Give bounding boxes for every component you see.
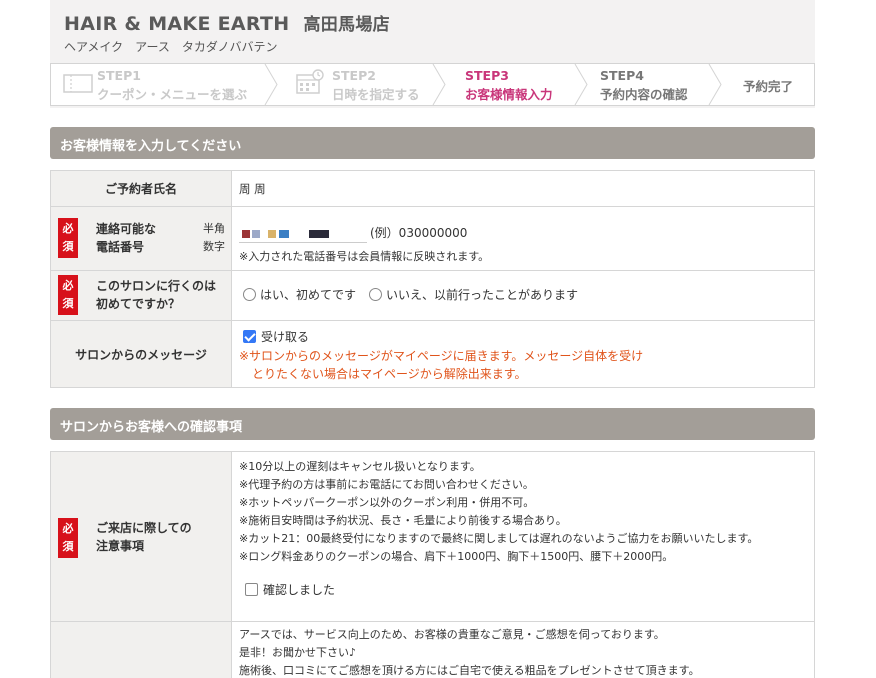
step-2-num: STEP2 [332,68,376,83]
feedback-line: 是非！お聞かせ下さい♪ [239,646,357,659]
notice-item: ※カット21：00最終受付になりますので最終に関しましては遅れのないようご協力を… [239,532,759,545]
page: HAIR & MAKE EARTH 高田馬場店 ヘアメイク アース タカダノババテ… [0,0,876,678]
row-feedback: アースでは、サービス向上のため、お客様の貴重なご意見・ご感想を伺っております。 … [50,621,815,678]
step-3: STEP3 お客様情報入力 [465,64,575,105]
step-separator [432,64,446,105]
phone-label-1: 連絡可能な [96,222,157,236]
feedback-line: アースでは、サービス向上のため、お客様の貴重なご意見・ご感想を伺っております。 [239,628,665,641]
phone-input[interactable] [239,223,367,243]
shop-name-jp: 高田馬場店 [303,15,390,35]
notice-item: ※ホットペッパークーポン以外のクーポン利用・併用不可。 [239,496,535,509]
step-3-label: お客様情報入力 [465,87,553,102]
shop-title: HAIR & MAKE EARTH 高田馬場店 [64,10,390,35]
row-first-visit: 必須 このサロンに行くのは 初めてですか？ はい、初めてです いいえ、以前行った… [50,270,815,321]
required-badge: 必須 [58,218,78,258]
shop-name-en: HAIR & MAKE EARTH [64,13,290,35]
row-phone: 必須 連絡可能な 電話番号 半角 数字 (例）030000000 ※入力された電… [50,206,815,271]
message-label: サロンからのメッセージ [75,347,207,362]
customer-info-table: ご予約者氏名 周 周 必須 連絡可能な 電話番号 半角 数字 (例）030000… [50,170,815,388]
customer-section-header: お客様情報を入力してください [50,127,815,159]
step-separator [708,64,722,105]
required-badge: 必須 [58,518,78,558]
name-value: 周 周 [239,182,266,196]
notice-label-1: ご来店に際しての [96,521,192,535]
name-label-cell: ご予約者氏名 [50,170,232,207]
phone-label-2: 電話番号 [96,240,145,254]
row-notice: 必須 ご来店に際しての 注意事項 ※10分以上の遅刻はキャンセル扱いとなります。… [50,451,815,622]
first-visit-yes-option[interactable]: はい、初めてです [243,286,356,304]
phone-label-cell: 必須 連絡可能な 電話番号 半角 数字 [50,206,232,271]
notice-item: ※ロング料金ありのクーポンの場合、肩下＋1000円、胸下＋1500円、腰下＋20… [239,550,674,563]
notice-item: ※10分以上の遅刻はキャンセル扱いとなります。 [239,460,481,473]
feedback-line: 施術後、口コミにてご感想を頂ける方にはご自宅で使える粗品をプレゼントさせて頂きま… [239,664,700,677]
radio-icon[interactable] [369,288,382,301]
notice-item: ※施術目安時間は予約状況、長さ・毛量により前後する場合あり。 [239,514,567,527]
step-4-num: STEP4 [600,68,644,83]
step-1-label: クーポン・メニューを選ぶ [97,87,248,102]
confirm-table: 必須 ご来店に際しての 注意事項 ※10分以上の遅刻はキャンセル扱いとなります。… [50,451,815,678]
step-3-num: STEP3 [465,68,509,83]
first-visit-label-cell: 必須 このサロンに行くのは 初めてですか？ [50,270,232,321]
required-badge: 必須 [58,275,78,315]
radio-icon[interactable] [243,288,256,301]
checkbox-checked-icon[interactable] [243,330,256,343]
step-separator [264,64,278,105]
message-note-2: とりたくない場合はマイページから解除出来ます。 [252,367,527,381]
step-2: STEP2 日時を指定する [295,64,475,105]
shop-kana: ヘアメイク アース タカダノババテン [64,40,278,54]
first-visit-label-2: 初めてですか？ [96,297,181,311]
phone-example: (例）030000000 [370,226,468,240]
message-note-1: ※サロンからのメッセージがマイページに届きます。メッセージ自体を受け [239,349,644,363]
name-value-cell: 周 周 [231,170,815,207]
row-salon-message: サロンからのメッセージ 受け取る ※サロンからのメッセージがマイページに届きます… [50,320,815,388]
step-separator [574,64,588,105]
name-label: ご予約者氏名 [104,182,177,196]
first-visit-no-option[interactable]: いいえ、以前行ったことがあります [369,286,578,304]
phone-note: ※入力された電話番号は会員情報に反映されます。 [239,250,490,263]
step-indicator: STEP1 クーポン・メニューを選ぶ STEP2 日時を指定する STEP3 お… [50,63,815,106]
message-value-cell: 受け取る ※サロンからのメッセージがマイページに届きます。メッセージ自体を受け … [231,320,815,388]
notice-label-cell: 必須 ご来店に際しての 注意事項 [50,451,232,622]
feedback-label-cell [50,621,232,678]
notice-value-cell: ※10分以上の遅刻はキャンセル扱いとなります。 ※代理予約の方は事前にお電話にて… [231,451,815,622]
phone-hint-1: 半角 [203,222,225,235]
phone-hint-2: 数字 [203,240,225,253]
step-complete-label: 予約完了 [743,79,794,94]
confirm-section-header: サロンからお客様への確認事項 [50,408,815,440]
step-1: STEP1 クーポン・メニューを選ぶ [61,64,261,105]
first-visit-label-1: このサロンに行くのは [96,279,217,293]
step-4: STEP4 予約内容の確認 [600,64,710,105]
calendar-icon [296,69,324,94]
step-1-num: STEP1 [97,68,141,83]
step-4-label: 予約内容の確認 [600,87,688,102]
coupon-icon [63,74,93,93]
phone-value-cell: (例）030000000 ※入力された電話番号は会員情報に反映されます。 [231,206,815,271]
first-visit-value-cell: はい、初めてです いいえ、以前行ったことがあります [231,270,815,321]
feedback-value-cell: アースでは、サービス向上のため、お客様の貴重なご意見・ご感想を伺っております。 … [231,621,815,678]
receive-message-checkbox[interactable]: 受け取る [243,328,309,346]
step-2-label: 日時を指定する [332,87,420,102]
notice-item: ※代理予約の方は事前にお電話にてお問い合わせください。 [239,478,534,491]
confirm-checkbox[interactable]: 確認しました [245,581,335,599]
checkbox-icon[interactable] [245,583,258,596]
step-complete: 予約完了 [743,64,813,105]
message-label-cell: サロンからのメッセージ [50,320,232,388]
row-name: ご予約者氏名 周 周 [50,170,815,207]
notice-label-2: 注意事項 [96,539,145,553]
